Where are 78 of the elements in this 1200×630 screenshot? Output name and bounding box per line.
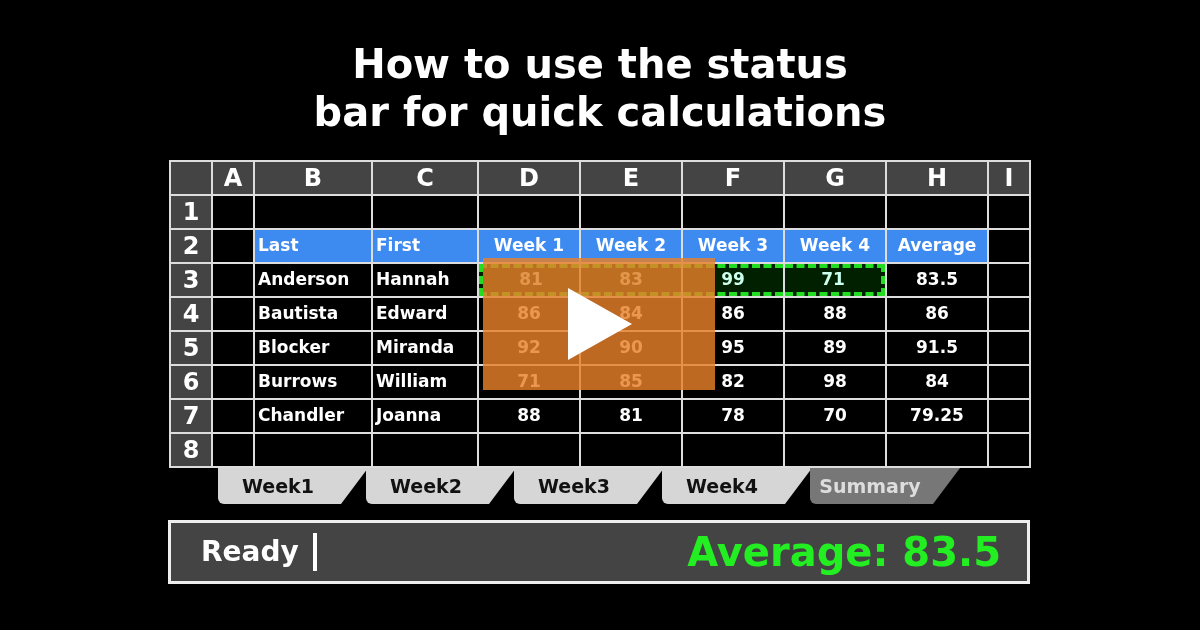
cell[interactable] bbox=[581, 434, 681, 466]
row-header[interactable]: 6 bbox=[171, 366, 211, 398]
sheet-tab[interactable]: Week1 bbox=[218, 468, 368, 504]
row-header[interactable]: 7 bbox=[171, 400, 211, 432]
sheet-tab[interactable]: Week4 bbox=[662, 468, 812, 504]
cell[interactable]: 70 bbox=[785, 400, 885, 432]
cell[interactable] bbox=[213, 434, 253, 466]
cell[interactable]: Blocker bbox=[255, 332, 371, 364]
cell[interactable] bbox=[989, 264, 1029, 296]
column-header[interactable]: G bbox=[785, 162, 885, 194]
video-title: How to use the status bar for quick calculations bbox=[312, 40, 888, 137]
sheet-tab[interactable]: Week3 bbox=[514, 468, 664, 504]
cell[interactable]: Burrows bbox=[255, 366, 371, 398]
cell[interactable] bbox=[373, 434, 477, 466]
cell[interactable]: 91.5 bbox=[887, 332, 987, 364]
column-header[interactable]: A bbox=[213, 162, 253, 194]
status-summary: Average: 83.5 bbox=[687, 528, 1001, 577]
cell[interactable] bbox=[213, 400, 253, 432]
column-header[interactable]: H bbox=[887, 162, 987, 194]
cell[interactable] bbox=[213, 264, 253, 296]
sheet-tab[interactable]: Week2 bbox=[366, 468, 516, 504]
cell[interactable] bbox=[989, 332, 1029, 364]
row-header[interactable]: 2 bbox=[171, 230, 211, 262]
cell[interactable] bbox=[785, 196, 885, 228]
column-header[interactable]: F bbox=[683, 162, 783, 194]
cell[interactable] bbox=[255, 434, 371, 466]
cell[interactable]: 81 bbox=[581, 400, 681, 432]
cell[interactable] bbox=[213, 298, 253, 330]
cell[interactable] bbox=[213, 230, 253, 262]
cell[interactable] bbox=[479, 434, 579, 466]
column-header[interactable]: D bbox=[479, 162, 579, 194]
cell[interactable]: Bautista bbox=[255, 298, 371, 330]
cell[interactable]: 98 bbox=[785, 366, 885, 398]
cell[interactable] bbox=[213, 366, 253, 398]
cell[interactable] bbox=[887, 196, 987, 228]
cell[interactable] bbox=[989, 196, 1029, 228]
cell[interactable] bbox=[989, 434, 1029, 466]
cell[interactable] bbox=[213, 332, 253, 364]
column-header[interactable]: I bbox=[989, 162, 1029, 194]
cell[interactable] bbox=[683, 434, 783, 466]
cell[interactable] bbox=[989, 230, 1029, 262]
cell[interactable] bbox=[479, 196, 579, 228]
cell[interactable]: Chandler bbox=[255, 400, 371, 432]
select-all-corner[interactable] bbox=[171, 162, 211, 194]
cell[interactable]: Hannah bbox=[373, 264, 477, 296]
cell[interactable]: 78 bbox=[683, 400, 783, 432]
cell[interactable] bbox=[785, 434, 885, 466]
cell[interactable]: 84 bbox=[887, 366, 987, 398]
column-header[interactable]: E bbox=[581, 162, 681, 194]
cell[interactable]: 89 bbox=[785, 332, 885, 364]
cell[interactable]: Anderson bbox=[255, 264, 371, 296]
cell[interactable] bbox=[213, 196, 253, 228]
cell[interactable] bbox=[989, 366, 1029, 398]
cell[interactable]: 79.25 bbox=[887, 400, 987, 432]
row-header[interactable]: 5 bbox=[171, 332, 211, 364]
cell[interactable]: 83.5 bbox=[887, 264, 987, 296]
cell[interactable]: Edward bbox=[373, 298, 477, 330]
column-header[interactable]: C bbox=[373, 162, 477, 194]
cell[interactable] bbox=[683, 196, 783, 228]
cell[interactable] bbox=[581, 196, 681, 228]
cell[interactable]: 88 bbox=[479, 400, 579, 432]
row-header[interactable]: 8 bbox=[171, 434, 211, 466]
cell[interactable]: 88 bbox=[785, 298, 885, 330]
cell[interactable] bbox=[373, 196, 477, 228]
cell[interactable] bbox=[989, 400, 1029, 432]
row-header[interactable]: 1 bbox=[171, 196, 211, 228]
cell[interactable] bbox=[989, 298, 1029, 330]
column-header[interactable]: B bbox=[255, 162, 371, 194]
cell[interactable] bbox=[255, 196, 371, 228]
cell[interactable]: Joanna bbox=[373, 400, 477, 432]
cell[interactable]: 86 bbox=[887, 298, 987, 330]
cell[interactable]: 71 bbox=[785, 264, 885, 296]
cell[interactable]: Miranda bbox=[373, 332, 477, 364]
cell[interactable]: William bbox=[373, 366, 477, 398]
row-header[interactable]: 3 bbox=[171, 264, 211, 296]
status-mode: Ready bbox=[201, 534, 299, 570]
cell[interactable] bbox=[887, 434, 987, 466]
row-header[interactable]: 4 bbox=[171, 298, 211, 330]
